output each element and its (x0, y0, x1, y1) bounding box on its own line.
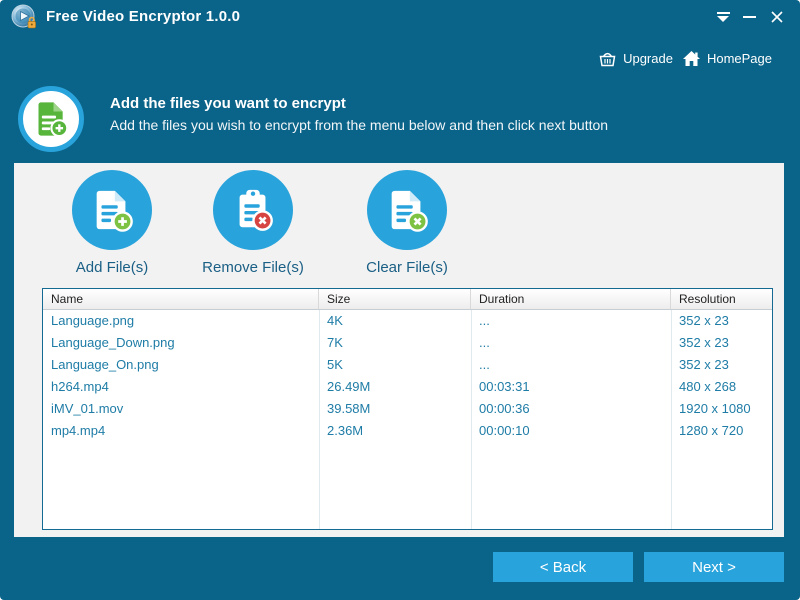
table-row[interactable]: mp4.mp4 2.36M 00:00:10 1280 x 720 (43, 420, 772, 442)
page-subtitle: Add the files you wish to encrypt from t… (110, 117, 609, 133)
table-row[interactable]: Language_On.png 5K ... 352 x 23 (43, 354, 772, 376)
column-header-size[interactable]: Size (319, 289, 471, 309)
column-header-name[interactable]: Name (43, 289, 319, 309)
cell-name: mp4.mp4 (51, 423, 106, 438)
remove-files-button[interactable]: Remove File(s) (183, 170, 323, 276)
add-files-button[interactable]: Add File(s) (42, 170, 182, 276)
next-button[interactable]: Next > (644, 552, 784, 582)
upgrade-link[interactable]: Upgrade (598, 50, 673, 67)
table-header-row: Name Size Duration Resolution (43, 289, 772, 310)
clear-files-label: Clear File(s) (366, 259, 448, 276)
add-files-circle (72, 170, 152, 250)
back-button[interactable]: < Back (493, 552, 633, 582)
chevron-down-icon (717, 16, 729, 22)
cell-size: 7K (327, 335, 343, 350)
remove-file-icon (239, 189, 273, 231)
add-document-icon (38, 102, 69, 138)
close-icon (771, 11, 783, 23)
cell-name: Language_Down.png (51, 335, 175, 350)
cell-size: 39.58M (327, 401, 371, 416)
cell-resolution: 1920 x 1080 (679, 401, 751, 416)
home-icon (682, 51, 700, 66)
hero-badge (18, 86, 84, 152)
column-divider (471, 310, 472, 529)
cell-size: 5K (327, 357, 343, 372)
cell-resolution: 352 x 23 (679, 335, 729, 350)
app-window: Free Video Encryptor 1.0.0 Upgrade HomeP… (0, 0, 800, 600)
homepage-label: HomePage (706, 51, 772, 66)
column-header-duration[interactable]: Duration (471, 289, 671, 309)
cell-resolution: 352 x 23 (679, 357, 729, 372)
remove-files-circle (213, 170, 293, 250)
clear-files-circle (367, 170, 447, 250)
add-files-label: Add File(s) (75, 259, 149, 276)
titlebar: Free Video Encryptor 1.0.0 (0, 0, 800, 34)
cell-duration: 00:03:31 (479, 379, 530, 394)
cell-duration: 00:00:10 (479, 423, 530, 438)
cell-resolution: 480 x 268 (679, 379, 737, 394)
clear-files-button[interactable]: Clear File(s) (337, 170, 477, 276)
app-logo-icon (10, 3, 38, 31)
table-row[interactable]: Language_Down.png 7K ... 352 x 23 (43, 332, 772, 354)
page-title: Add the files you want to encrypt (110, 95, 346, 112)
caret-bar (716, 12, 730, 14)
minimize-button[interactable] (738, 8, 760, 26)
cell-resolution: 1280 x 720 (679, 423, 744, 438)
cell-size: 4K (327, 313, 343, 328)
minimize-icon (742, 16, 756, 18)
header-links: Upgrade HomePage (598, 50, 772, 67)
cell-duration: ... (479, 313, 490, 328)
column-divider (671, 310, 672, 529)
cell-name: Language_On.png (51, 357, 159, 372)
cell-name: h264.mp4 (51, 379, 109, 394)
clear-file-icon (391, 190, 428, 232)
file-list-table[interactable]: Name Size Duration Resolution Language.p… (42, 288, 773, 530)
table-row[interactable]: Language.png 4K ... 352 x 23 (43, 310, 772, 332)
cell-duration: ... (479, 357, 490, 372)
cell-duration: 00:00:36 (479, 401, 530, 416)
column-header-resolution[interactable]: Resolution (671, 289, 772, 309)
window-title: Free Video Encryptor 1.0.0 (46, 8, 241, 25)
table-row[interactable]: iMV_01.mov 39.58M 00:00:36 1920 x 1080 (43, 398, 772, 420)
remove-files-label: Remove File(s) (202, 259, 304, 276)
close-button[interactable] (766, 8, 788, 26)
cell-name: iMV_01.mov (51, 401, 124, 416)
upgrade-label: Upgrade (623, 51, 673, 66)
column-divider (319, 310, 320, 529)
cell-name: Language.png (51, 313, 135, 328)
cell-resolution: 352 x 23 (679, 313, 729, 328)
cell-size: 2.36M (327, 423, 364, 438)
content-panel: Add File(s) Remove File(s) Clear File(s)… (14, 163, 784, 537)
cell-size: 26.49M (327, 379, 371, 394)
table-row[interactable]: h264.mp4 26.49M 00:03:31 480 x 268 (43, 376, 772, 398)
homepage-link[interactable]: HomePage (682, 50, 772, 67)
cell-duration: ... (479, 335, 490, 350)
add-file-icon (96, 190, 133, 232)
basket-icon (599, 52, 616, 67)
titlebar-menu-button[interactable] (712, 8, 734, 26)
